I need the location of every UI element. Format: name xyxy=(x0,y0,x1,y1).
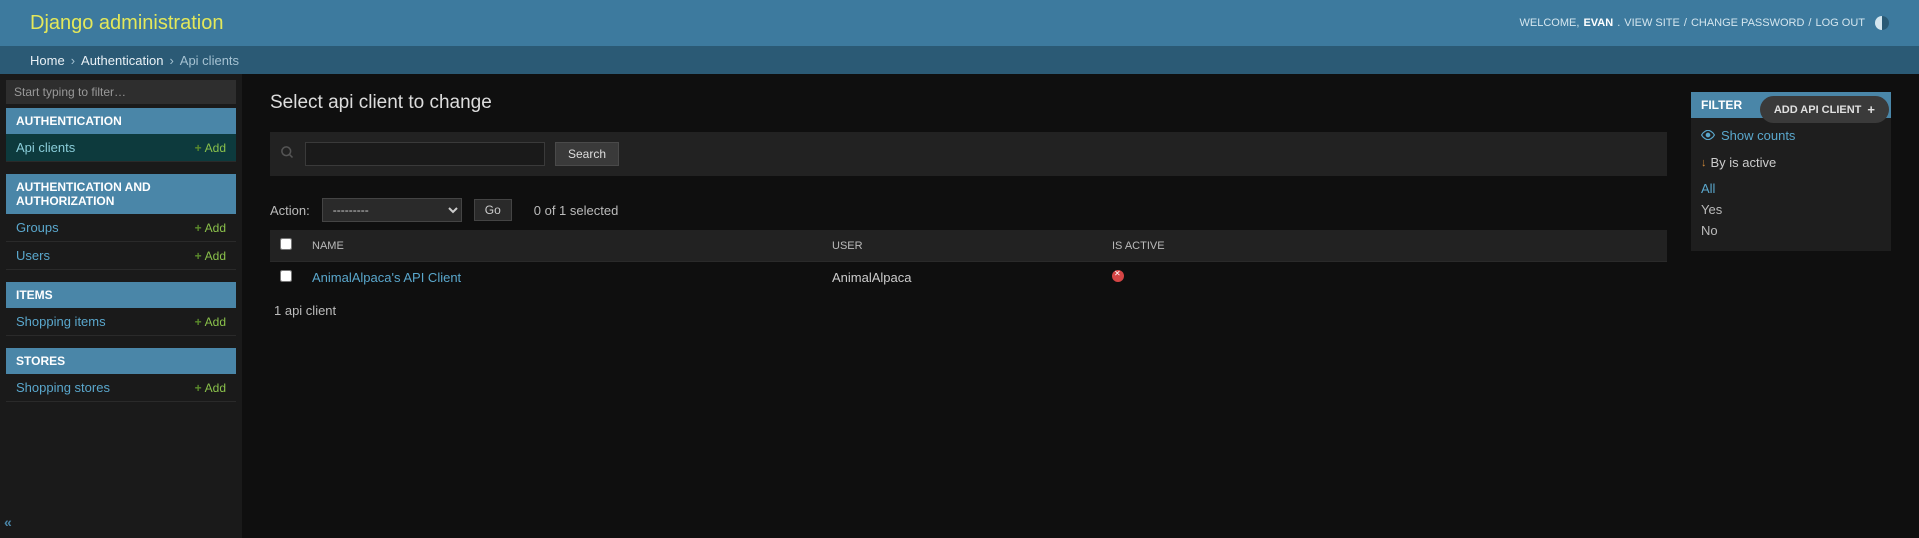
row-user: AnimalAlpaca xyxy=(822,262,1102,294)
select-all-checkbox[interactable] xyxy=(280,238,292,250)
sidebar-add-link[interactable]: + Add xyxy=(195,381,226,395)
search-icon xyxy=(280,145,295,164)
page-title: Select api client to change xyxy=(270,92,1667,114)
plus-icon: + xyxy=(195,249,202,263)
user-tools: WELCOME, EVAN. VIEW SITE / CHANGE PASSWO… xyxy=(1520,16,1889,30)
logout-link[interactable]: LOG OUT xyxy=(1815,17,1865,29)
plus-icon: + xyxy=(195,221,202,235)
column-is-active[interactable]: IS ACTIVE xyxy=(1102,230,1667,262)
app-caption[interactable]: AUTHENTICATION xyxy=(6,108,236,134)
filter-option[interactable]: Yes xyxy=(1701,199,1881,220)
sidebar-add-link[interactable]: + Add xyxy=(195,315,226,329)
plus-icon: + xyxy=(195,315,202,329)
breadcrumb-home[interactable]: Home xyxy=(30,53,65,68)
filter-option[interactable]: No xyxy=(1701,220,1881,241)
content-main: Select api client to change ADD API CLIE… xyxy=(270,92,1667,520)
plus-icon: + xyxy=(195,381,202,395)
column-name[interactable]: NAME xyxy=(302,230,822,262)
header: Django administration WELCOME, EVAN. VIE… xyxy=(0,0,1919,46)
add-api-client-button[interactable]: ADD API CLIENT + xyxy=(1760,96,1889,123)
app-caption[interactable]: ITEMS xyxy=(6,282,236,308)
sidebar-model-row: Groups + Add xyxy=(6,214,236,242)
sidebar-add-link[interactable]: + Add xyxy=(195,221,226,235)
breadcrumb-current: Api clients xyxy=(180,53,239,68)
table-row: AnimalAlpaca's API Client AnimalAlpaca xyxy=(270,262,1667,294)
sidebar: AUTHENTICATION Api clients + Add AUTHENTICA… xyxy=(0,74,242,538)
sidebar-filter-input[interactable] xyxy=(6,80,236,104)
sidebar-model-link[interactable]: Shopping items xyxy=(16,314,106,329)
sidebar-model-link[interactable]: Api clients xyxy=(16,140,75,155)
welcome-text: WELCOME, xyxy=(1520,17,1580,29)
row-is-active xyxy=(1102,262,1667,294)
sidebar-model-row: Shopping items + Add xyxy=(6,308,236,336)
sidebar-model-link[interactable]: Groups xyxy=(16,220,59,235)
action-select[interactable]: --------- xyxy=(322,198,462,222)
filter-sidebar: FILTER Show counts ↓ By is active AllYes… xyxy=(1691,92,1891,520)
filter-by-label: ↓ By is active xyxy=(1701,155,1881,170)
app-caption[interactable]: AUTHENTICATION AND AUTHORIZATION xyxy=(6,174,236,214)
search-bar: Search xyxy=(270,132,1667,176)
sort-icon: ↓ xyxy=(1701,157,1707,169)
search-button[interactable]: Search xyxy=(555,142,619,166)
column-user[interactable]: USER xyxy=(822,230,1102,262)
sidebar-model-row: Api clients + Add xyxy=(6,134,236,162)
action-label: Action: xyxy=(270,203,310,218)
sidebar-add-link[interactable]: + Add xyxy=(195,141,226,155)
sidebar-model-row: Users + Add xyxy=(6,242,236,270)
show-counts-link[interactable]: Show counts xyxy=(1701,128,1881,143)
change-password-link[interactable]: CHANGE PASSWORD xyxy=(1691,17,1804,29)
sidebar-model-link[interactable]: Users xyxy=(16,248,50,263)
go-button[interactable]: Go xyxy=(474,199,512,221)
branding[interactable]: Django administration xyxy=(30,12,223,35)
sidebar-model-link[interactable]: Shopping stores xyxy=(16,380,110,395)
filter-option[interactable]: All xyxy=(1701,178,1881,199)
paginator: 1 api client xyxy=(270,293,1667,328)
search-input[interactable] xyxy=(305,142,545,166)
view-site-link[interactable]: VIEW SITE xyxy=(1624,17,1680,29)
breadcrumbs: Home › Authentication › Api clients xyxy=(0,46,1919,74)
eye-icon xyxy=(1701,128,1715,143)
username: EVAN xyxy=(1583,17,1613,29)
row-checkbox[interactable] xyxy=(280,270,292,282)
selection-count: 0 of 1 selected xyxy=(534,203,619,218)
plus-icon: + xyxy=(195,141,202,155)
content: Select api client to change ADD API CLIE… xyxy=(242,74,1919,538)
actions-bar: Action: --------- Go 0 of 1 selected xyxy=(270,190,1667,230)
inactive-icon xyxy=(1112,270,1124,282)
breadcrumb-app[interactable]: Authentication xyxy=(81,53,163,68)
toggle-nav-icon[interactable]: « xyxy=(4,514,12,530)
sidebar-model-row: Shopping stores + Add xyxy=(6,374,236,402)
theme-toggle-icon[interactable] xyxy=(1875,16,1889,30)
plus-icon: + xyxy=(1867,102,1875,117)
sidebar-add-link[interactable]: + Add xyxy=(195,249,226,263)
results-table: NAME USER IS ACTIVE AnimalAlpaca's API C… xyxy=(270,230,1667,293)
row-link[interactable]: AnimalAlpaca's API Client xyxy=(312,270,461,285)
app-caption[interactable]: STORES xyxy=(6,348,236,374)
